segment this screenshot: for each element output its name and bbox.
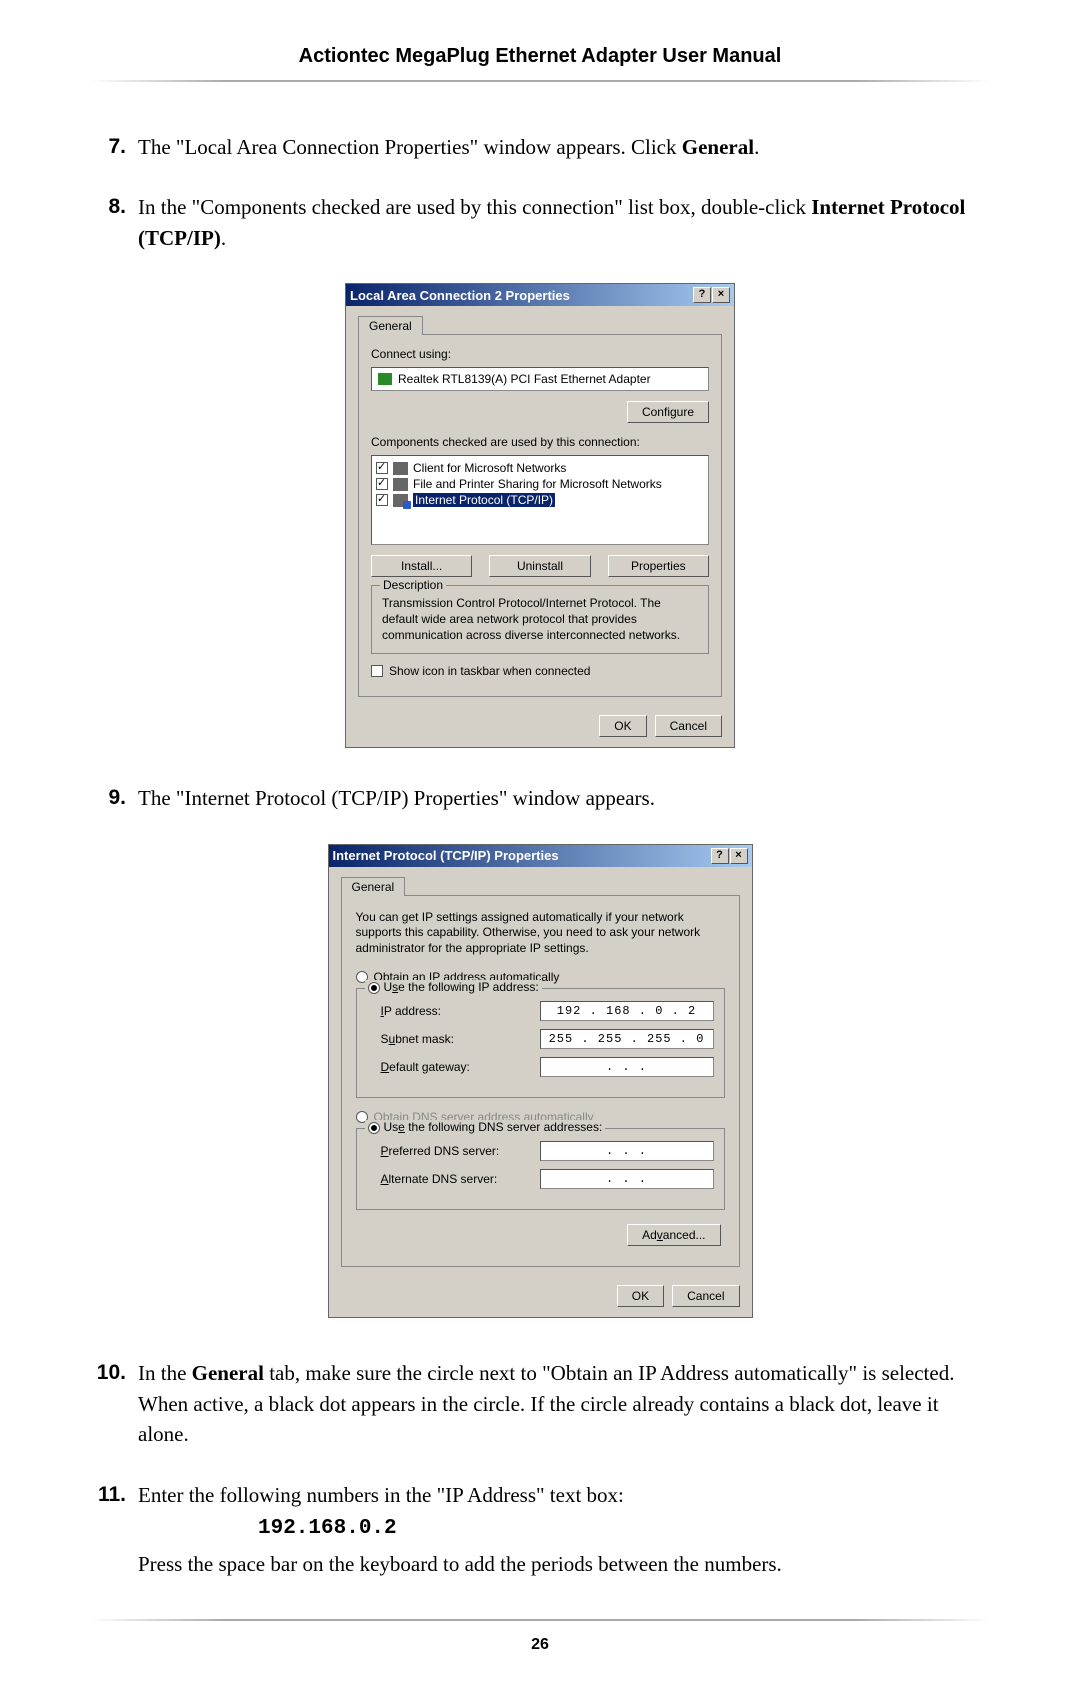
step-9: 9. The "Internet Protocol (TCP/IP) Prope… bbox=[90, 783, 990, 813]
checkbox-checked[interactable] bbox=[376, 494, 388, 506]
ok-button[interactable]: OK bbox=[599, 715, 646, 737]
protocol-icon bbox=[393, 494, 408, 507]
show-icon-row[interactable]: Show icon in taskbar when connected bbox=[371, 664, 709, 678]
description-text: Transmission Control Protocol/Internet P… bbox=[382, 596, 698, 643]
page-number: 26 bbox=[90, 1636, 990, 1654]
step-number: 8. bbox=[90, 192, 138, 253]
step-10: 10. In the General tab, make sure the ci… bbox=[90, 1358, 990, 1449]
step-number: 10. bbox=[90, 1358, 138, 1449]
footer-rule bbox=[90, 1619, 990, 1621]
description-fieldset: Description Transmission Control Protoco… bbox=[371, 585, 709, 654]
step-number: 7. bbox=[90, 132, 138, 162]
ip-address-input[interactable]: 192 . 168 . 0 . 2 bbox=[540, 1001, 714, 1021]
step-body: The "Internet Protocol (TCP/IP) Properti… bbox=[138, 783, 990, 813]
step-body: The "Local Area Connection Properties" w… bbox=[138, 132, 990, 162]
checkbox-checked[interactable] bbox=[376, 462, 388, 474]
ip-address-label: IP address: bbox=[381, 1004, 540, 1018]
connect-using-label: Connect using: bbox=[371, 347, 709, 361]
step-8: 8. In the "Components checked are used b… bbox=[90, 192, 990, 253]
step-11: 11. Enter the following numbers in the "… bbox=[90, 1480, 990, 1579]
dialog-title: Internet Protocol (TCP/IP) Properties bbox=[333, 848, 559, 863]
default-gateway-input[interactable]: . . . bbox=[540, 1057, 714, 1077]
preferred-dns-input[interactable]: . . . bbox=[540, 1141, 714, 1161]
components-listbox[interactable]: Client for Microsoft Networks File and P… bbox=[371, 455, 709, 545]
page-header: Actiontec MegaPlug Ethernet Adapter User… bbox=[90, 45, 990, 68]
radio-on[interactable] bbox=[368, 982, 380, 994]
close-button[interactable]: × bbox=[712, 287, 730, 303]
description-legend: Description bbox=[380, 578, 446, 592]
checkbox-checked[interactable] bbox=[376, 478, 388, 490]
subnet-mask-label: Subnet mask: bbox=[381, 1032, 540, 1046]
step-number: 11. bbox=[90, 1480, 138, 1579]
properties-button[interactable]: Properties bbox=[608, 555, 709, 577]
ip-code: 192.168.0.2 bbox=[258, 1514, 990, 1544]
cancel-button[interactable]: Cancel bbox=[655, 715, 722, 737]
local-area-connection-dialog: Local Area Connection 2 Properties ? × G… bbox=[345, 283, 735, 748]
install-button[interactable]: Install... bbox=[371, 555, 472, 577]
preferred-dns-label: Preferred DNS server: bbox=[381, 1144, 540, 1158]
dialog-title: Local Area Connection 2 Properties bbox=[350, 288, 570, 303]
configure-button[interactable]: Configure bbox=[627, 401, 709, 423]
alternate-dns-label: Alternate DNS server: bbox=[381, 1172, 540, 1186]
checkbox-empty[interactable] bbox=[371, 665, 383, 677]
radio-on[interactable] bbox=[368, 1122, 380, 1134]
adapter-icon bbox=[378, 373, 392, 385]
advanced-button[interactable]: Advanced... bbox=[627, 1224, 720, 1246]
ok-button[interactable]: OK bbox=[617, 1285, 664, 1307]
info-text: You can get IP settings assigned automat… bbox=[356, 910, 725, 957]
client-icon bbox=[393, 462, 408, 475]
default-gateway-label: Default gateway: bbox=[381, 1060, 540, 1074]
cancel-button[interactable]: Cancel bbox=[672, 1285, 739, 1307]
subnet-mask-input[interactable]: 255 . 255 . 255 . 0 bbox=[540, 1029, 714, 1049]
tab-general[interactable]: General bbox=[358, 316, 423, 335]
share-icon bbox=[393, 478, 408, 491]
tab-general[interactable]: General bbox=[341, 877, 406, 896]
step-7: 7. The "Local Area Connection Properties… bbox=[90, 132, 990, 162]
uninstall-button[interactable]: Uninstall bbox=[489, 555, 590, 577]
alternate-dns-input[interactable]: . . . bbox=[540, 1169, 714, 1189]
step-number: 9. bbox=[90, 783, 138, 813]
list-item[interactable]: File and Printer Sharing for Microsoft N… bbox=[376, 476, 704, 492]
adapter-name: Realtek RTL8139(A) PCI Fast Ethernet Ada… bbox=[398, 372, 651, 386]
tcp-ip-properties-dialog: Internet Protocol (TCP/IP) Properties ? … bbox=[328, 844, 753, 1319]
step-body: In the General tab, make sure the circle… bbox=[138, 1358, 990, 1449]
adapter-field: Realtek RTL8139(A) PCI Fast Ethernet Ada… bbox=[371, 367, 709, 391]
close-button[interactable]: × bbox=[730, 848, 748, 864]
help-button[interactable]: ? bbox=[693, 287, 711, 303]
step-body: Enter the following numbers in the "IP A… bbox=[138, 1480, 990, 1579]
dialog-titlebar: Internet Protocol (TCP/IP) Properties ? … bbox=[329, 845, 752, 867]
components-label: Components checked are used by this conn… bbox=[371, 435, 709, 449]
header-rule bbox=[90, 80, 990, 82]
list-item[interactable]: Client for Microsoft Networks bbox=[376, 460, 704, 476]
dialog-titlebar: Local Area Connection 2 Properties ? × bbox=[346, 284, 734, 306]
step-body: In the "Components checked are used by t… bbox=[138, 192, 990, 253]
list-item[interactable]: Internet Protocol (TCP/IP) bbox=[376, 492, 704, 508]
help-button[interactable]: ? bbox=[711, 848, 729, 864]
